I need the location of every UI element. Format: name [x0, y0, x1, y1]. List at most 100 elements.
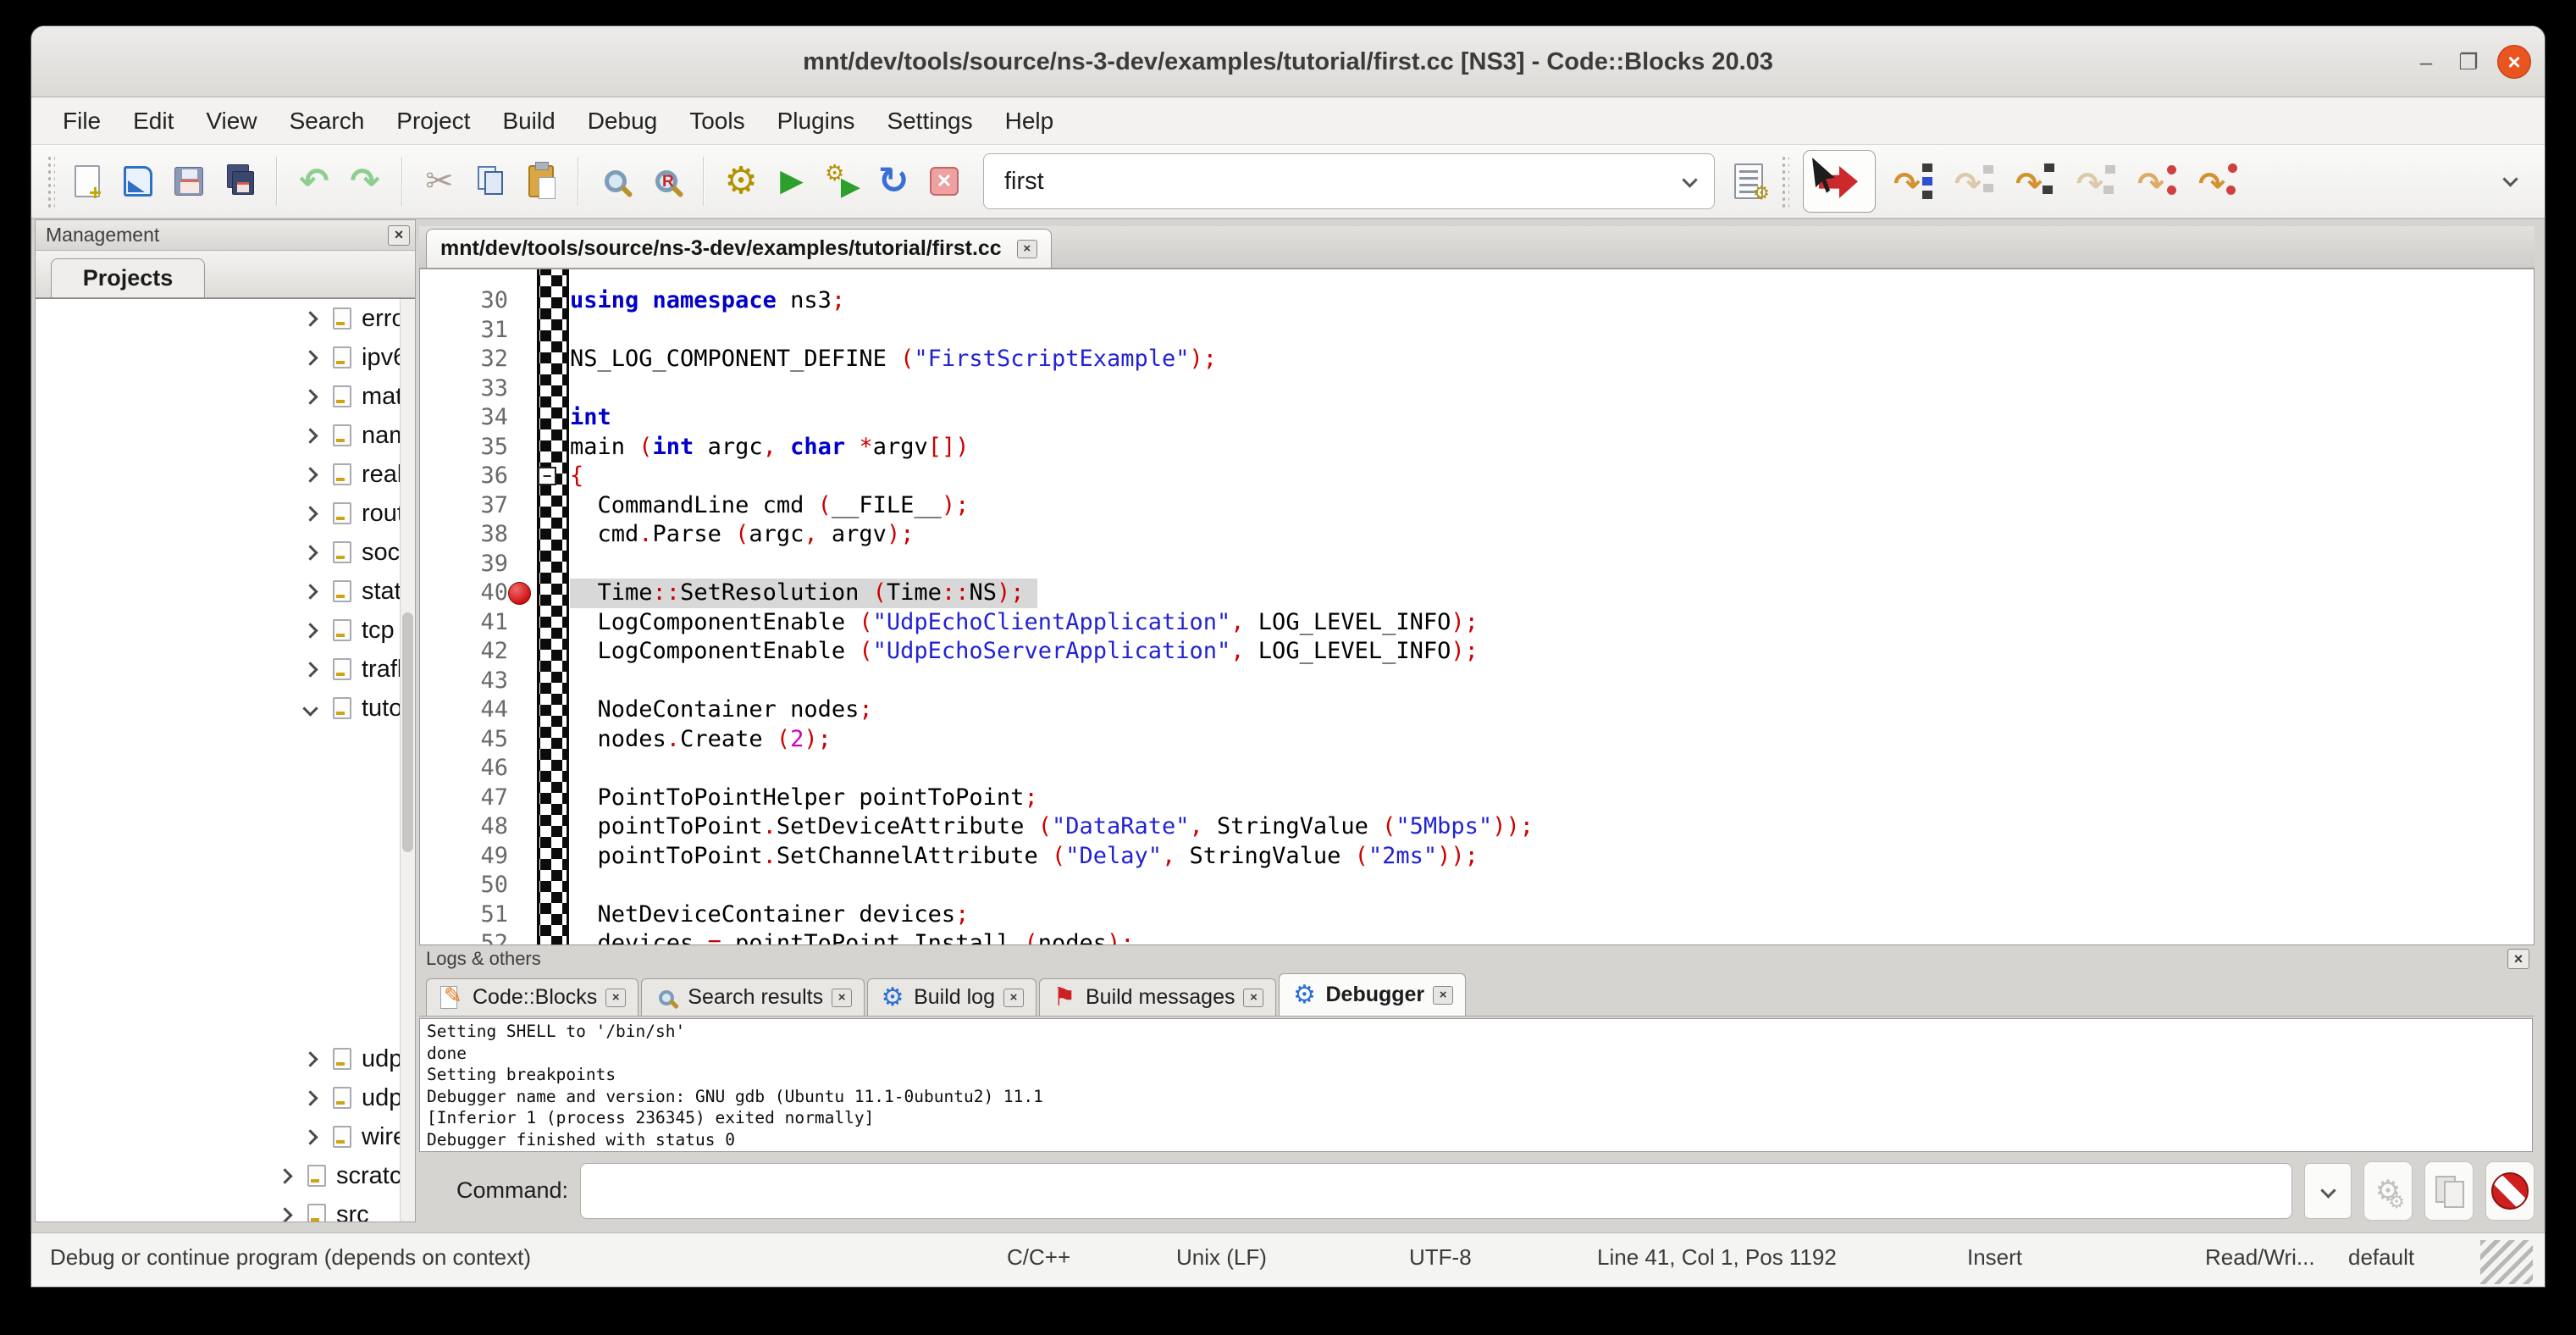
menu-project[interactable]: Project [380, 108, 486, 135]
code-line[interactable]: 50 [420, 871, 2534, 900]
toolbar-grip[interactable] [47, 155, 55, 208]
command-input[interactable] [580, 1163, 2292, 1219]
tree-item[interactable]: ipv6 [36, 338, 400, 377]
tree-item[interactable]: fif [36, 728, 400, 767]
tree-item[interactable]: se [36, 884, 400, 922]
code-text[interactable]: cmd.Parse (argc, argv); [570, 520, 2534, 550]
expander-icon[interactable] [301, 426, 319, 445]
tree-item[interactable]: scratch [36, 1156, 400, 1195]
rebuild-button[interactable]: ↻ [874, 161, 913, 202]
breakpoint-icon[interactable] [508, 582, 531, 605]
logs-tab-close-icon[interactable]: × [1003, 989, 1024, 1007]
menu-settings[interactable]: Settings [871, 108, 988, 135]
code-line[interactable]: 42 LogComponentEnable ("UdpEchoServerApp… [420, 637, 2534, 667]
run-to-cursor-button[interactable]: ↷ [1893, 162, 1932, 201]
code-text[interactable]: main (int argc, char *argv[]) [570, 433, 2534, 463]
title-bar[interactable]: mnt/dev/tools/source/ns-3-dev/examples/t… [31, 26, 2545, 97]
tree-item[interactable]: th [36, 1000, 400, 1039]
logs-tab-close-icon[interactable]: × [1243, 989, 1263, 1007]
close-button[interactable]: × [2497, 45, 2531, 79]
code-text[interactable]: NS_LOG_COMPONENT_DEFINE ("FirstScriptExa… [570, 345, 2534, 374]
code-line[interactable]: 36−{ [420, 462, 2534, 491]
next-instruction-button[interactable]: ↷ [2137, 162, 2176, 201]
build-button[interactable]: ⚙ [721, 161, 760, 202]
expander-icon[interactable] [301, 699, 319, 717]
management-close-icon[interactable]: × [388, 225, 410, 246]
expander-icon[interactable] [301, 582, 319, 601]
tree-item[interactable]: udp- [36, 1078, 400, 1117]
code-text[interactable]: CommandLine cmd (__FILE__); [570, 491, 2534, 521]
code-line[interactable]: 37 CommandLine cmd (__FILE__); [420, 491, 2534, 521]
logs-tab-close-icon[interactable]: × [832, 989, 852, 1007]
expander-icon[interactable] [301, 309, 319, 328]
menu-build[interactable]: Build [486, 108, 571, 135]
debugger-info-button[interactable] [2424, 1161, 2474, 1221]
code-editor[interactable]: 30using namespace ns3;3132NS_LOG_COMPONE… [419, 269, 2535, 945]
redo-button[interactable]: ↷ [345, 161, 384, 202]
step-into-button[interactable]: ↷ [2015, 162, 2054, 201]
expander-icon[interactable] [301, 387, 319, 406]
tree-item[interactable]: he [36, 845, 400, 884]
code-line[interactable]: 48 pointToPoint.SetDeviceAttribute ("Dat… [420, 812, 2534, 842]
code-text[interactable]: pointToPoint.SetChannelAttribute ("Delay… [570, 842, 2534, 872]
menu-edit[interactable]: Edit [117, 108, 190, 135]
expander-icon[interactable] [301, 543, 319, 562]
code-line[interactable]: 40 Time::SetResolution (Time::NS); [420, 579, 2534, 608]
code-line[interactable]: 33 [420, 374, 2534, 404]
expander-icon[interactable] [275, 1166, 294, 1185]
tree-item[interactable]: tcp [36, 611, 400, 650]
tree-item[interactable]: reall [36, 455, 400, 494]
toolbar-overflow-button[interactable] [2505, 174, 2516, 189]
tree-item[interactable]: trafl [36, 650, 400, 689]
code-text[interactable]: LogComponentEnable ("UdpEchoServerApplic… [570, 637, 2534, 667]
menu-plugins[interactable]: Plugins [761, 108, 871, 135]
code-line[interactable]: 41 LogComponentEnable ("UdpEchoClientApp… [420, 608, 2534, 638]
code-line[interactable]: 39 [420, 550, 2534, 579]
menu-debug[interactable]: Debug [572, 108, 674, 135]
run-button[interactable]: ▶ [772, 161, 811, 202]
expander-icon[interactable] [301, 504, 319, 523]
logs-tab-build-log[interactable]: ⚙Build log× [867, 978, 1036, 1016]
tree-item[interactable]: sock [36, 533, 400, 572]
build-and-run-button[interactable]: ⚙ ▶ [823, 161, 862, 202]
code-line[interactable]: 46 [420, 754, 2534, 784]
save-button[interactable] [169, 161, 208, 202]
code-line[interactable]: 49 pointToPoint.SetChannelAttribute ("De… [420, 842, 2534, 872]
editor-tab-first-cc[interactable]: mnt/dev/tools/source/ns-3-dev/examples/t… [426, 229, 1052, 268]
menu-help[interactable]: Help [989, 108, 1070, 135]
code-line[interactable]: 47 PointToPointHelper pointToPoint; [420, 784, 2534, 813]
tree-item[interactable]: nam [36, 416, 400, 455]
logs-tab-code-blocks[interactable]: ✎Code::Blocks× [426, 978, 638, 1016]
undo-button[interactable]: ↶ [295, 161, 334, 202]
toolbar-grip[interactable] [1781, 155, 1789, 208]
find-button[interactable] [596, 161, 635, 202]
logs-tab-close-icon[interactable]: × [1433, 986, 1453, 1005]
debugger-output[interactable]: Setting SHELL to '/bin/sh'doneSetting br… [419, 1018, 2533, 1152]
tree-item[interactable]: stat [36, 572, 400, 611]
tree-item[interactable]: mat [36, 377, 400, 416]
maximize-button[interactable]: ❐ [2452, 45, 2485, 79]
expander-icon[interactable] [301, 348, 319, 367]
tree-item[interactable]: udp [36, 1039, 400, 1078]
code-line[interactable]: 30using namespace ns3; [420, 286, 2534, 316]
tree-item[interactable]: fir [36, 767, 400, 806]
minimize-button[interactable]: – [2409, 45, 2443, 79]
compiler-options-button[interactable]: ⚙ [1729, 161, 1768, 202]
tree-scrollbar[interactable] [400, 299, 415, 1221]
code-line[interactable]: 31 [420, 316, 2534, 346]
menu-file[interactable]: File [47, 108, 117, 135]
cut-button[interactable]: ✂ [420, 161, 459, 202]
tree-item[interactable]: fo [36, 806, 400, 845]
code-text[interactable]: devices = pointToPoint.Install (nodes); [570, 929, 2534, 945]
replace-button[interactable]: R [647, 161, 686, 202]
command-history-dropdown[interactable] [2304, 1163, 2352, 1219]
code-line[interactable]: 43 [420, 667, 2534, 696]
code-text[interactable]: int [570, 403, 2534, 433]
debugging-windows-button[interactable]: ⚙⚙ [2363, 1161, 2413, 1221]
code-text[interactable]: NetDeviceContainer devices; [570, 900, 2534, 930]
tree-item[interactable]: erro [36, 299, 400, 338]
code-text[interactable]: nodes.Create (2); [570, 725, 2534, 755]
code-line[interactable]: 51 NetDeviceContainer devices; [420, 900, 2534, 930]
build-target-combobox[interactable]: first [983, 153, 1715, 209]
logs-tab-search-results[interactable]: Search results× [641, 978, 865, 1016]
